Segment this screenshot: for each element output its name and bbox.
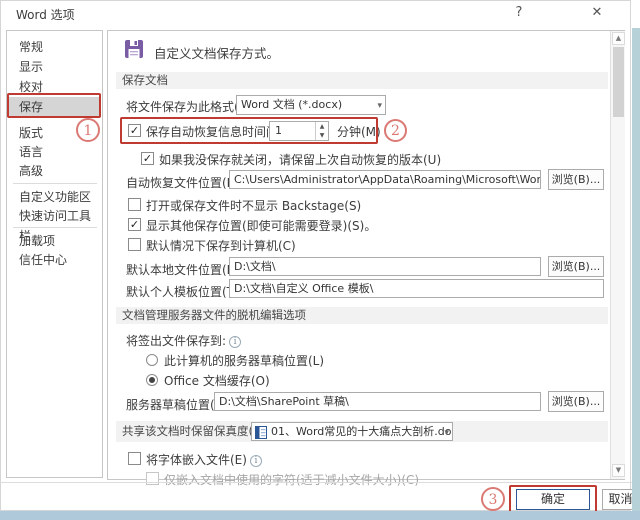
embed-fonts-checkbox[interactable] (128, 452, 141, 465)
spin-down-icon[interactable]: ▼ (320, 132, 325, 139)
annotation-circle-1: 1 (76, 118, 100, 142)
sidebar-separator (13, 183, 97, 184)
minutes-label: 分钟(M) (337, 125, 381, 139)
stepper-arrows[interactable]: ▲ ▼ (315, 122, 328, 140)
checkout-save-text: 将签出文件保存到: (126, 334, 227, 348)
sidebar-item-quick-access[interactable]: 快速访问工具栏 (9, 206, 101, 243)
keep-last-autosave-checkbox[interactable]: ✓ (141, 152, 154, 165)
options-sidebar: 常规 显示 校对 保存 版式 语言 高级 自定义功能区 快速访问工具栏 加载项 … (6, 30, 103, 478)
office-cache-label: Office 文档缓存(O) (164, 374, 270, 388)
server-drafts-radio[interactable] (146, 354, 158, 366)
footer-divider (0, 482, 640, 483)
fidelity-document-dropdown[interactable]: 01、Word常见的十大痛点大剖析.docx ▾ (251, 422, 453, 441)
show-save-places-checkbox[interactable]: ✓ (128, 218, 141, 231)
chevron-down-icon: ▾ (377, 101, 382, 111)
check-icon: ✓ (129, 218, 140, 231)
format-dropdown[interactable]: Word 文档 (*.docx) ▾ (236, 95, 386, 115)
sidebar-item-general[interactable]: 常规 (9, 37, 101, 57)
embed-used-chars-checkbox (146, 472, 159, 485)
info-icon: i (229, 336, 242, 348)
format-dropdown-value: Word 文档 (*.docx) (241, 98, 343, 111)
no-backstage-checkbox[interactable] (128, 198, 141, 211)
scroll-up-icon[interactable]: ▲ (612, 32, 625, 45)
fidelity-document-value: 01、Word常见的十大痛点大剖析.docx (271, 425, 453, 438)
vertical-scrollbar[interactable]: ▲ ▼ (610, 31, 625, 479)
save-options-panel: 自定义文档保存方式。 保存文档 将文件保存为此格式(F): Word 文档 (*… (107, 30, 625, 487)
save-floppy-icon (125, 40, 143, 58)
fidelity-title: 共享该文档时保留保真度(D): (122, 424, 271, 438)
scrollbar-thumb[interactable] (613, 47, 624, 117)
word-options-dialog: Word 选项 ? ✕ 常规 显示 校对 保存 版式 语言 高级 自定义功能区 … (0, 0, 640, 520)
sidebar-item-display[interactable]: 显示 (9, 57, 101, 77)
help-icon[interactable]: ? (506, 5, 532, 20)
sidebar-item-save[interactable]: 保存 (9, 97, 101, 117)
save-to-computer-label: 默认情况下保存到计算机(C) (146, 239, 296, 253)
background-strip-right (632, 28, 640, 511)
office-cache-radio[interactable] (146, 374, 158, 386)
sidebar-separator (13, 227, 97, 228)
checkout-save-label: 将签出文件保存到: i (126, 332, 242, 349)
check-icon: ✓ (129, 124, 140, 137)
autorecover-minutes-value: 1 (275, 124, 282, 137)
spin-up-icon[interactable]: ▲ (320, 123, 325, 130)
keep-last-autosave-label: 如果我没保存就关闭，请保留上次自动恢复的版本(U) (159, 153, 442, 167)
info-icon: i (249, 455, 262, 467)
embed-fonts-label: 将字体嵌入文件(E) i (146, 451, 262, 468)
sidebar-item-language[interactable]: 语言 (9, 142, 101, 162)
section-header-offline-editing: 文档管理服务器文件的脱机编辑选项 (116, 307, 608, 324)
autorecover-minutes-stepper[interactable]: 1 ▲ ▼ (269, 121, 329, 141)
no-backstage-label: 打开或保存文件时不显示 Backstage(S) (146, 199, 362, 213)
ok-button[interactable]: 确定 (516, 489, 590, 510)
sidebar-item-addins[interactable]: 加载项 (9, 231, 101, 251)
close-icon[interactable]: ✕ (584, 5, 610, 20)
local-path-input[interactable]: D:\文档\ (229, 257, 541, 276)
word-doc-icon (255, 426, 267, 439)
autorecover-path-input[interactable]: C:\Users\Administrator\AppData\Roaming\M… (229, 170, 541, 189)
autorecover-checkbox[interactable]: ✓ (128, 124, 141, 137)
server-drafts-browse-button[interactable]: 浏览(B)... (548, 391, 604, 412)
server-drafts-label: 此计算机的服务器草稿位置(L) (164, 354, 325, 368)
page-title: 自定义文档保存方式。 (154, 46, 280, 61)
autorecover-path-label: 自动恢复文件位置(R): (126, 176, 244, 190)
sidebar-item-customize-ribbon[interactable]: 自定义功能区 (9, 187, 101, 207)
sidebar-item-advanced[interactable]: 高级 (9, 161, 101, 181)
autorecover-browse-button[interactable]: 浏览(B)... (548, 169, 604, 190)
local-path-browse-button[interactable]: 浏览(B)... (548, 256, 604, 277)
save-to-computer-checkbox[interactable] (128, 238, 141, 251)
server-drafts-path-input[interactable]: D:\文档\SharePoint 草稿\ (214, 392, 541, 411)
show-save-places-label: 显示其他保存位置(即使可能需要登录)(S)。 (146, 219, 377, 233)
dialog-title: Word 选项 (16, 8, 75, 22)
annotation-circle-2: 2 (384, 119, 407, 142)
check-icon: ✓ (142, 152, 153, 165)
sidebar-item-proofing[interactable]: 校对 (9, 77, 101, 97)
section-header-save-documents: 保存文档 (116, 72, 608, 89)
sidebar-item-trust-center[interactable]: 信任中心 (9, 250, 101, 270)
template-path-label: 默认个人模板位置(T): (126, 285, 243, 299)
embed-used-chars-label: 仅嵌入文档中使用的字符(适于减小文件大小)(C) (164, 473, 420, 487)
template-path-input[interactable]: D:\文档\自定义 Office 模板\ (229, 279, 604, 298)
embed-fonts-text: 将字体嵌入文件(E) (146, 453, 247, 467)
scroll-down-icon[interactable]: ▼ (612, 464, 625, 477)
local-path-label: 默认本地文件位置(I): (126, 263, 239, 277)
chevron-down-icon: ▾ (444, 428, 449, 438)
annotation-circle-3: 3 (481, 487, 505, 511)
background-strip-bottom (0, 511, 640, 520)
